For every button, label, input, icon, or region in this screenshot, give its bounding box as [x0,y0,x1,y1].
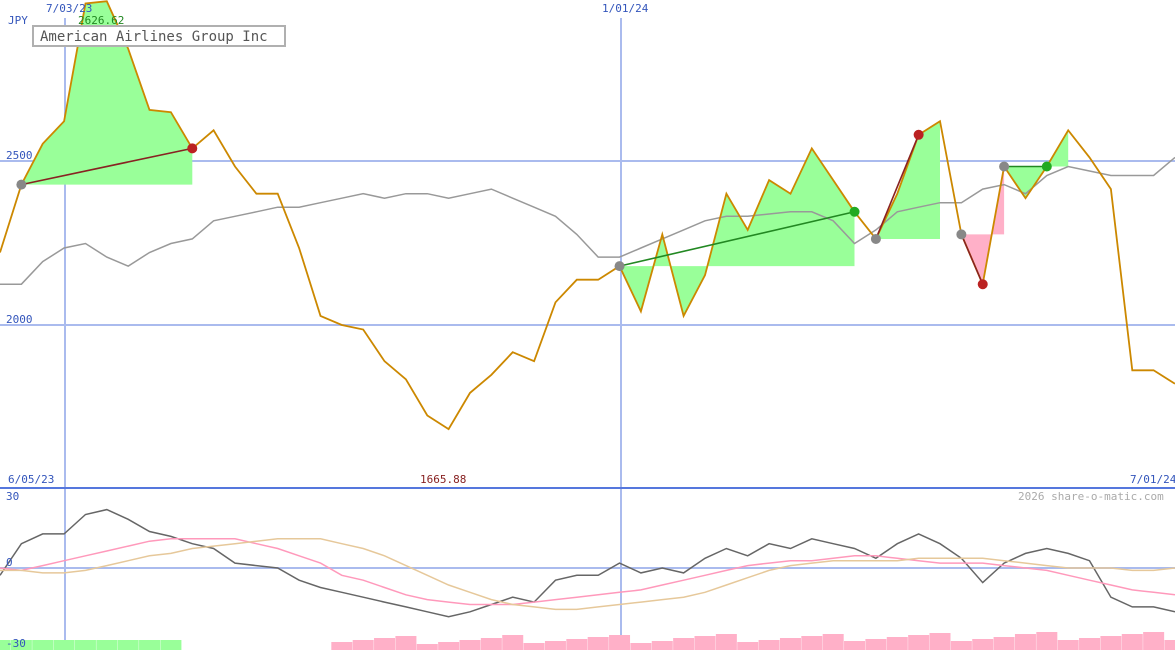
volume-bar [502,635,524,650]
volume-bar [737,642,759,650]
volume-bar [1079,638,1101,650]
volume-bar [1143,632,1165,650]
volume-bar [331,642,353,650]
volume-bar [822,634,844,650]
volume-bar [1014,634,1036,650]
volume-bars [0,632,1175,650]
volume-bar [993,637,1015,650]
volume-bar [459,640,481,650]
oscillator-series-1 [0,538,1175,606]
volume-bar [523,643,545,650]
volume-bar [630,643,652,650]
date-label-jul24: 7/01/24 [1130,473,1175,486]
y-tick-2000: 2000 [6,313,33,326]
volume-bar [416,644,438,650]
volume-bar [117,640,139,650]
volume-bar [908,635,930,650]
trend-end-marker [187,143,198,154]
volume-bar [438,642,460,650]
volume-bar [972,639,994,650]
volume-bar [374,638,396,650]
grid [0,18,1175,650]
trend-end-marker [849,206,860,217]
oscillator-series-0 [0,508,1175,618]
date-label-jun23: 6/05/23 [8,473,54,486]
volume-bar [96,640,118,650]
trend-start-marker [16,179,27,190]
volume-bar [139,640,161,650]
osc-tick-0: 0 [6,556,13,569]
volume-bar [160,640,182,650]
volume-bar [886,637,908,650]
trend-end-marker [977,279,988,290]
volume-bar [801,636,823,650]
volume-bar [1057,640,1079,650]
volume-bar [609,635,631,650]
trend-start-marker [956,229,967,240]
oscillator-series-2 [0,538,1175,611]
volume-bar [566,639,588,650]
osc-tick-30: 30 [6,490,19,503]
trend-fill-1 [619,148,855,316]
volume-bar [950,641,972,650]
volume-bar [1100,636,1122,650]
volume-bar [544,641,566,650]
price-chart: JPY 7/03/23 2626.62 1/01/24 2500 2000 6/… [0,0,1175,650]
trend-start-marker [614,261,625,272]
chart-title: American Airlines Group Inc [40,29,268,45]
title-box: American Airlines Group Inc [32,25,286,47]
volume-bar [673,638,695,650]
volume-bar [779,638,801,650]
volume-bar [352,640,374,650]
volume-bar [758,640,780,650]
trend-end-marker [1041,161,1052,172]
trend-fill-3 [961,166,1005,285]
volume-bar [694,636,716,650]
volume-bar [395,636,417,650]
volume-bar [651,641,673,650]
trend-start-marker [870,233,881,244]
volume-bar [53,640,75,650]
volume-bar [1036,632,1058,650]
volume-bar [1121,634,1143,650]
volume-bar [1164,640,1175,650]
oscillator-lines [0,508,1175,618]
trend-start-marker [999,161,1010,172]
currency-label: JPY [8,14,28,27]
trend-fills [21,1,1069,316]
y-tick-2500: 2500 [6,149,33,162]
volume-bar [480,638,502,650]
low-annotation: 1665.88 [420,473,466,486]
watermark: 2026 share-o-matic.com [1018,490,1164,503]
volume-bar [844,641,866,650]
trend-end-marker [913,129,924,140]
osc-tick-neg30: -30 [6,637,26,650]
volume-bar [32,640,54,650]
volume-bar [587,637,609,650]
volume-bar [865,639,887,650]
date-label-jan24: 1/01/24 [602,2,649,15]
volume-bar [74,640,96,650]
volume-bar [715,634,737,650]
volume-bar [929,633,951,650]
